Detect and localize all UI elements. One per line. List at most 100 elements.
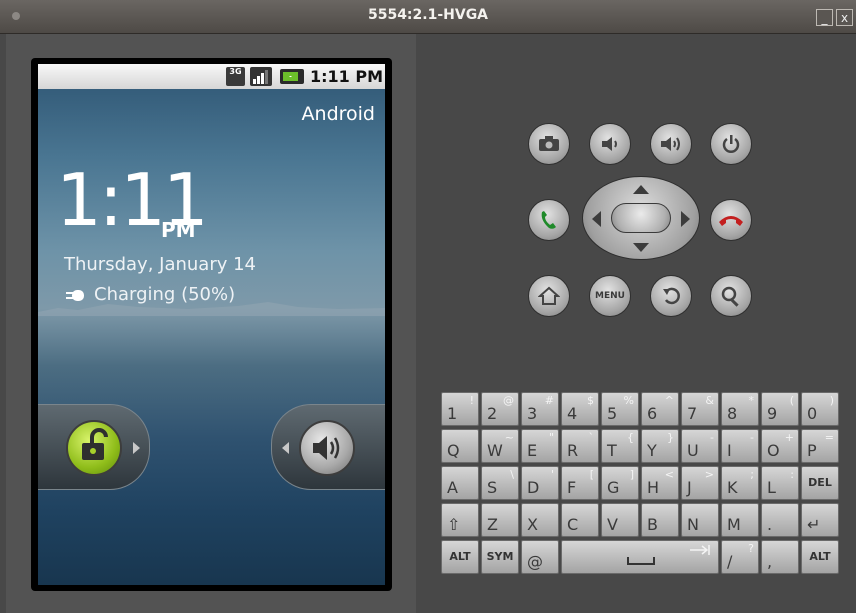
key-period[interactable]: . [761, 503, 799, 537]
key-f[interactable]: F[ [561, 466, 599, 500]
key-label: W [487, 441, 503, 460]
sound-slider-tab[interactable] [271, 404, 385, 490]
unlock-slider-tab[interactable] [38, 404, 150, 490]
key-alt-label: ~ [504, 431, 514, 444]
back-icon[interactable] [650, 275, 692, 317]
search-icon[interactable] [710, 275, 752, 317]
key-t[interactable]: T{ [601, 429, 639, 463]
charging-status: Charging (50%) [94, 284, 236, 305]
key-label: N [687, 515, 699, 534]
camera-icon[interactable] [528, 123, 570, 165]
key-p[interactable]: P = [801, 429, 839, 463]
key-3[interactable]: 3 # [521, 392, 559, 426]
key-label: 8 [727, 404, 738, 423]
key-a[interactable]: A [441, 466, 479, 500]
key-d[interactable]: D ' [521, 466, 559, 500]
volume-up-icon[interactable] [650, 123, 692, 165]
key-v[interactable]: V [601, 503, 639, 537]
volume-down-icon[interactable] [589, 123, 631, 165]
status-bar[interactable]: 3G 1:11 PM [38, 64, 385, 89]
key-7[interactable]: 7 & [681, 392, 719, 426]
key-label: ↵ [807, 515, 821, 534]
key-alt-label: $ [587, 394, 594, 407]
key-e[interactable]: E " [521, 429, 559, 463]
space-key[interactable] [561, 540, 719, 574]
key-label: V [607, 515, 618, 534]
key-5[interactable]: 5% [601, 392, 639, 426]
key-label: 0 [807, 404, 818, 423]
slide-left-arrow-icon [282, 442, 289, 454]
at-key[interactable]: @ [521, 540, 559, 574]
key-label: / [727, 552, 733, 571]
key-label: 6 [647, 404, 658, 423]
dpad-down-icon[interactable] [633, 243, 649, 252]
home-icon[interactable] [528, 275, 570, 317]
key-alt-label: < [664, 468, 674, 481]
close-button[interactable]: x [836, 9, 853, 26]
sound-on-icon[interactable] [299, 420, 355, 476]
key-1[interactable]: 1! [441, 392, 479, 426]
key-u[interactable]: U- [681, 429, 719, 463]
key-alt-label: & [705, 394, 714, 407]
call-icon[interactable] [528, 199, 570, 241]
title-bar[interactable]: 5554:2.1-HVGA _ x [0, 0, 856, 34]
key-h[interactable]: H < [641, 466, 679, 500]
key-w[interactable]: W ~ [481, 429, 519, 463]
key-label: M [727, 515, 741, 534]
slash-key[interactable]: /? [721, 540, 759, 574]
key-m[interactable]: M [721, 503, 759, 537]
dpad-center-button[interactable] [611, 203, 671, 233]
minimize-button[interactable]: _ [816, 9, 833, 26]
key-b[interactable]: B [641, 503, 679, 537]
key-label: P [807, 441, 817, 460]
key-0[interactable]: 0) [801, 392, 839, 426]
key-label: . [767, 515, 773, 534]
dpad-left-icon[interactable] [592, 211, 601, 227]
key-c[interactable]: C [561, 503, 599, 537]
sym-key[interactable]: SYM [481, 540, 519, 574]
key-z[interactable]: Z [481, 503, 519, 537]
key-y[interactable]: Y} [641, 429, 679, 463]
enter-key[interactable]: ↵ [801, 503, 839, 537]
key-j[interactable]: J > [681, 466, 719, 500]
menu-icon[interactable]: MENU [589, 275, 631, 317]
end-call-icon[interactable] [710, 199, 752, 241]
key-label: SYM [486, 550, 514, 563]
signal-strength-icon [250, 67, 272, 86]
delete-key[interactable]: DEL [801, 466, 839, 500]
key-9[interactable]: 9( [761, 392, 799, 426]
dpad-up-icon[interactable] [633, 185, 649, 194]
dpad-right-icon[interactable] [681, 211, 690, 227]
key-label: ALT [449, 550, 471, 563]
key-g[interactable]: G] [601, 466, 639, 500]
comma-key[interactable]: , [761, 540, 799, 574]
key-label: X [527, 515, 538, 534]
key-o[interactable]: O + [761, 429, 799, 463]
status-time: 1:11 PM [310, 67, 384, 86]
key-2[interactable]: 2 @ [481, 392, 519, 426]
key-label: 9 [767, 404, 778, 423]
key-4[interactable]: 4 $ [561, 392, 599, 426]
device-screen[interactable]: 3G 1:11 PM Android 1:11 PM Thursday, Jan… [38, 64, 385, 585]
alt-left-key[interactable]: ALT [441, 540, 479, 574]
unlock-icon[interactable] [66, 420, 122, 476]
alt-right-key[interactable]: ALT [801, 540, 839, 574]
key-k[interactable]: K; [721, 466, 759, 500]
key-label: L [767, 478, 776, 497]
key-l[interactable]: L: [761, 466, 799, 500]
key-8[interactable]: 8 * [721, 392, 759, 426]
key-alt-label: @ [503, 394, 514, 407]
key-q[interactable]: Q [441, 429, 479, 463]
key-i[interactable]: I- [721, 429, 759, 463]
power-icon[interactable] [710, 123, 752, 165]
shift-key[interactable]: ⇧ [441, 503, 479, 537]
dpad[interactable] [582, 176, 700, 260]
key-label: U [687, 441, 699, 460]
key-n[interactable]: N [681, 503, 719, 537]
key-x[interactable]: X [521, 503, 559, 537]
key-alt-label: } [667, 431, 674, 444]
key-s[interactable]: S \ [481, 466, 519, 500]
key-r[interactable]: R ` [561, 429, 599, 463]
key-6[interactable]: 6 ^ [641, 392, 679, 426]
key-alt-label: ) [829, 394, 834, 407]
